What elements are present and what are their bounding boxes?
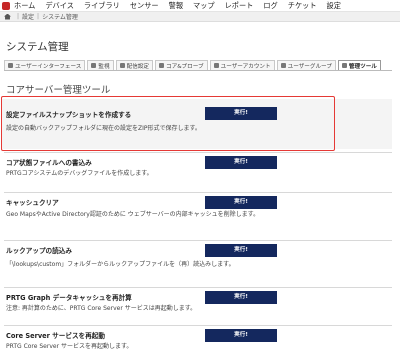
tab-label: ユーザーグループ: [287, 63, 332, 70]
logo-icon[interactable]: [2, 1, 10, 10]
mail-icon: [119, 63, 125, 68]
tool-name: PRTG Graph データキャッシュを再計算: [6, 294, 132, 302]
tab-user-accounts[interactable]: ユーザーアカウント: [209, 60, 275, 70]
write-core-status-run-button[interactable]: 実行!: [205, 156, 277, 169]
home-icon[interactable]: [4, 13, 11, 20]
nav-item-logs[interactable]: ログ: [263, 1, 277, 11]
tab-label: 管理ツール: [348, 63, 377, 70]
tab-user-groups[interactable]: ユーザーグループ: [276, 60, 336, 70]
tool-description: PRTGコアシステムのデバッグファイルを作成します。: [6, 170, 153, 177]
tab-label: 配信設定: [126, 63, 149, 70]
breadcrumb-separator: |: [37, 13, 40, 20]
nav-item-reports[interactable]: レポート: [225, 1, 254, 11]
tab-core-probes[interactable]: コア&プローブ: [155, 60, 208, 70]
eye-icon: [91, 63, 97, 68]
load-lookups-run-button[interactable]: 実行!: [205, 244, 277, 257]
nav-item-sensors[interactable]: センサー: [130, 1, 159, 11]
tool-row: コア状態ファイルへの書込み PRTGコアシステムのデバッグファイルを作成します。…: [2, 153, 392, 193]
tool-name: ルックアップの読込み: [6, 247, 72, 255]
tool-name: コア状態ファイルへの書込み: [6, 159, 92, 167]
group-icon: [280, 63, 286, 68]
wrench-icon: [341, 63, 347, 68]
tab-label: コア&プローブ: [166, 63, 204, 70]
clear-cache-run-button[interactable]: 実行!: [205, 196, 277, 209]
tab-monitoring[interactable]: 監視: [87, 60, 114, 70]
monitor-icon: [8, 63, 13, 68]
tool-description: 注意: 再計算のために、PRTG Core Server サービスは再起動します…: [6, 305, 197, 312]
section-heading: コアサーバー管理ツール: [6, 85, 111, 96]
breadcrumb-separator: |: [17, 13, 20, 20]
nav-item-devices[interactable]: デバイス: [45, 1, 74, 11]
nodes-icon: [159, 63, 164, 68]
tab-administrative-tools[interactable]: 管理ツール: [337, 60, 381, 70]
tool-name: キャッシュクリア: [6, 199, 59, 207]
tab-user-interface[interactable]: ユーザーインターフェース: [4, 60, 86, 70]
nav-item-library[interactable]: ライブラリ: [84, 1, 120, 11]
tool-description: PRTG Core Server サービスを再起動します。: [6, 343, 133, 350]
tab-bar: ユーザーインターフェース 監視 配信設定 コア&プローブ ユーザーアカウント ユ…: [4, 60, 392, 71]
tab-label: 監視: [98, 63, 110, 70]
tool-row: キャッシュクリア Geo MapsやActive Directory認証のために…: [2, 193, 392, 241]
tool-row: ルックアップの読込み 「\lookups\custom」フォルダーからルックアッ…: [2, 241, 392, 287]
nav-item-setup[interactable]: 設定: [327, 1, 341, 11]
tool-row: PRTG Graph データキャッシュを再計算 注意: 再計算のために、PRTG…: [2, 288, 392, 325]
breadcrumb: | 設定 | システム管理: [0, 12, 400, 22]
tool-description: Geo MapsやActive Directory認証のために ウェブサーバーの…: [6, 211, 260, 218]
tab-label: ユーザーインターフェース: [15, 63, 82, 70]
tab-label: ユーザーアカウント: [220, 63, 271, 70]
highlight-box: [1, 96, 335, 151]
tool-row: Core Server サービスを再起動 PRTG Core Server サー…: [2, 326, 392, 361]
page-title: システム管理: [6, 41, 69, 53]
tool-description: 「\lookups\custom」フォルダーからルックアップファイルを（再）読込…: [6, 261, 235, 268]
recalculate-graph-cache-run-button[interactable]: 実行!: [205, 291, 277, 304]
breadcrumb-setup[interactable]: 設定: [22, 12, 34, 21]
breadcrumb-system-admin[interactable]: システム管理: [42, 12, 78, 21]
restart-core-server-run-button[interactable]: 実行!: [205, 329, 277, 342]
nav-item-alarms[interactable]: 警報: [169, 1, 183, 11]
top-navigation: ホーム デバイス ライブラリ センサー 警報 マップ レポート ログ チケット …: [0, 0, 400, 12]
nav-item-home[interactable]: ホーム: [14, 1, 35, 11]
user-icon: [213, 63, 219, 68]
nav-item-tickets[interactable]: チケット: [288, 1, 317, 11]
tab-notification-delivery[interactable]: 配信設定: [115, 60, 153, 70]
tool-name: Core Server サービスを再起動: [6, 332, 105, 340]
nav-item-maps[interactable]: マップ: [193, 1, 215, 11]
